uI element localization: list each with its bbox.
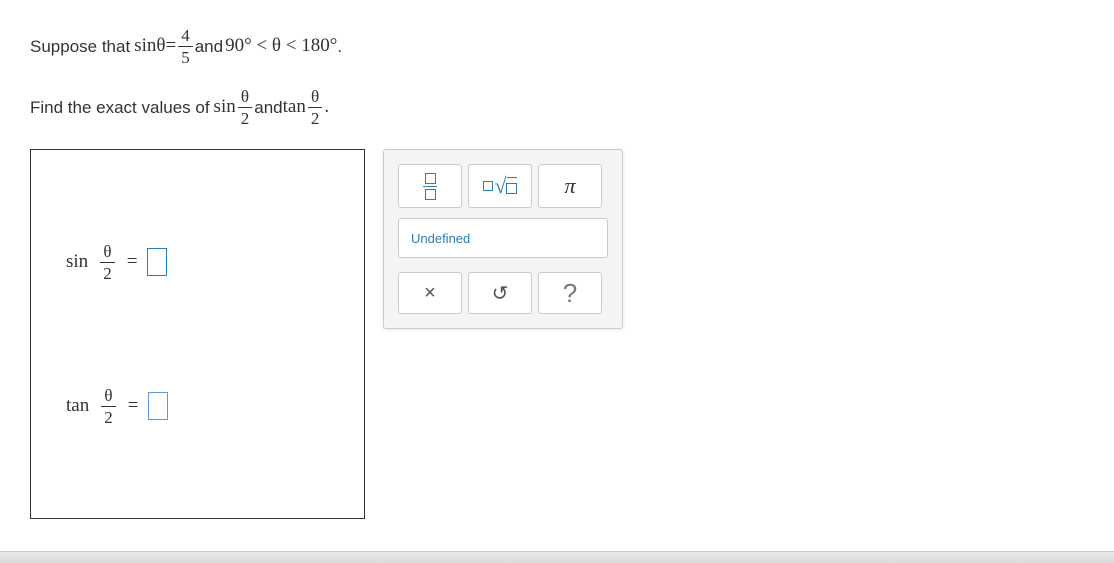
help-icon: ? [563,278,577,309]
fraction-tool-button[interactable] [398,164,462,208]
numerator-theta: θ [238,86,252,107]
pi-tool-button[interactable]: π [538,164,602,208]
numerator-theta: θ [100,241,114,262]
denominator-2: 2 [238,108,253,129]
theta-range: 90° < θ < 180° [225,32,337,61]
control-row: × ↺ ? [398,272,608,314]
problem-line-1: Suppose that sinθ = 4 5 and 90° < θ < 18… [30,25,1084,68]
fraction-theta-2-b: θ 2 [308,86,323,129]
numerator: 4 [178,25,193,46]
fraction-theta-2: θ 2 [100,241,115,284]
tan-answer-input[interactable] [148,392,168,420]
answer-panel: sin θ 2 = tan θ 2 = [30,149,365,519]
denominator-2: 2 [100,263,115,284]
denominator: 5 [178,47,193,68]
equals-sign: = [165,32,176,61]
text-and-2: and [254,95,282,121]
answer-row-sin: sin θ 2 = [66,241,329,284]
text-suppose: Suppose that [30,34,130,60]
tan-label: tan [66,395,89,417]
numerator-theta: θ [101,385,115,406]
fraction-icon [423,172,437,201]
fraction-theta-2: θ 2 [101,385,116,428]
sin-theta: sinθ [134,32,165,61]
help-button[interactable]: ? [538,272,602,314]
close-icon: × [424,282,436,305]
sqrt-tool-button[interactable]: √ [468,164,532,208]
sin-answer-input[interactable] [147,248,167,276]
text-and: and [195,34,223,60]
period: . [324,93,329,122]
fraction-theta-2-a: θ 2 [238,86,253,129]
sin-label: sin [66,251,88,273]
equals: = [127,251,138,273]
numerator-theta: θ [308,86,322,107]
denominator-2: 2 [101,407,116,428]
text-find: Find the exact values of [30,95,210,121]
denominator-2: 2 [308,108,323,129]
footer-bar [0,551,1114,563]
sin-label: sin [214,93,236,122]
reset-button[interactable]: ↺ [468,272,532,314]
clear-button[interactable]: × [398,272,462,314]
reset-icon: ↺ [492,281,509,306]
math-toolbox: √ π Undefined × ↺ ? [383,149,623,329]
sqrt-icon: √ [483,173,516,199]
content-row: sin θ 2 = tan θ 2 = [30,149,1084,519]
equals: = [128,395,139,417]
tool-row-1: √ π [398,164,608,208]
tan-label: tan [283,93,306,122]
undefined-button[interactable]: Undefined [398,218,608,258]
undefined-label: Undefined [411,231,470,246]
fraction-4-5: 4 5 [178,25,193,68]
answer-row-tan: tan θ 2 = [66,385,329,428]
problem-statement: Suppose that sinθ = 4 5 and 90° < θ < 18… [30,25,1084,129]
pi-icon: π [564,173,575,199]
period: . [337,34,342,60]
problem-line-2: Find the exact values of sin θ 2 and tan… [30,86,1084,129]
